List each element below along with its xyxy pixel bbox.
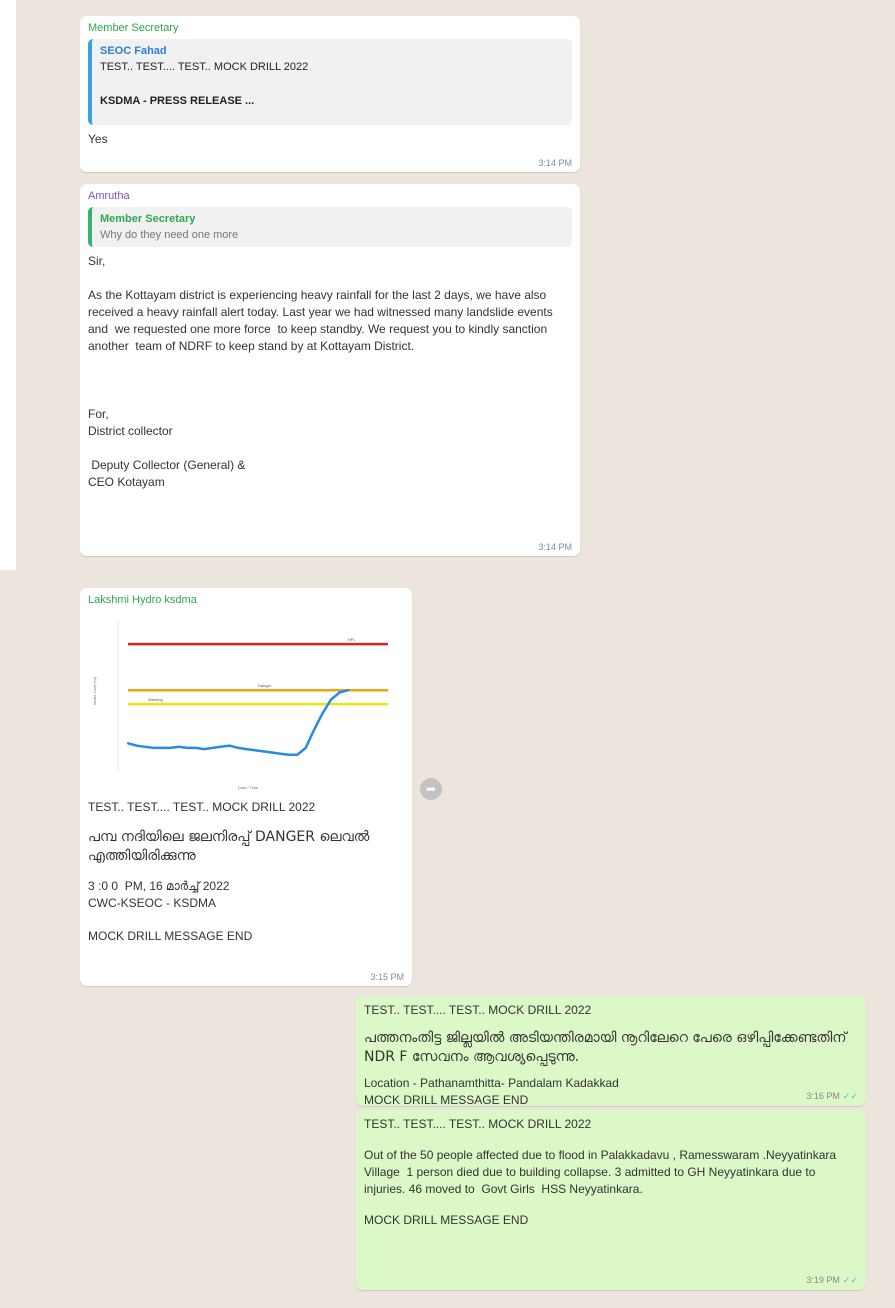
quoted-sender: Member Secretary — [100, 213, 196, 225]
data-point — [135, 744, 138, 747]
data-point — [194, 746, 197, 750]
quoted-line: Why do they need one more — [100, 229, 239, 241]
data-point — [236, 746, 240, 750]
message-time: 3:15 PM — [370, 972, 404, 982]
sender-name: Amrutha — [88, 190, 130, 202]
data-point — [270, 751, 274, 754]
message-line: MOCK DRILL MESSAGE END — [88, 929, 253, 943]
quoted-message[interactable]: SEOC Fahad TEST.. TEST.... TEST.. MOCK D… — [88, 39, 572, 125]
data-point — [346, 689, 350, 692]
message-malayalam-text: പത്തനംതിട്ട ജില്ലയിൽ അടിയന്തിരമായി നൂറില… — [364, 1030, 865, 1065]
time-text: 3:16 PM — [806, 1091, 840, 1101]
message-bubble-5[interactable]: TEST.. TEST.... TEST.. MOCK DRILL 2022 O… — [356, 1110, 866, 1290]
data-point — [219, 745, 223, 748]
data-point — [296, 753, 299, 757]
data-point — [321, 712, 324, 715]
data-point — [186, 746, 189, 750]
message-time: 3:14 PM — [538, 542, 572, 552]
message-bubble-4[interactable]: TEST.. TEST.... TEST.. MOCK DRILL 2022 പ… — [356, 996, 866, 1107]
x-axis-label: Date / Time — [238, 785, 259, 790]
message-time: 3:19 PM ✓✓ — [806, 1275, 858, 1286]
message-line: MOCK DRILL MESSAGE END — [364, 1213, 529, 1227]
message-bubble-2[interactable]: Amrutha Member Secretary Why do they nee… — [80, 184, 580, 556]
message-bubble-1[interactable]: Member Secretary SEOC Fahad TEST.. TEST.… — [80, 16, 580, 172]
double-check-icon: ✓✓ — [842, 1275, 858, 1285]
data-point — [202, 747, 206, 751]
message-line: TEST.. TEST.... TEST.. MOCK DRILL 2022 — [364, 1117, 592, 1131]
data-point — [177, 745, 180, 748]
water-level-chart: Water Level (m) Date / Time HFL Danger War… — [92, 621, 388, 790]
data-point — [253, 749, 257, 752]
threshold-label: Warning — [148, 697, 163, 702]
quoted-sender: SEOC Fahad — [100, 45, 167, 57]
message-malayalam-text: പമ്പ നദിയിലെ ജലനിരപ്പ് DANGER ലെവൽ എത്തി… — [88, 829, 374, 864]
water-level-chart-image[interactable]: Water Level (m) Date / Time HFL Danger War… — [88, 611, 394, 791]
message-bubble-3[interactable]: Lakshmi Hydro ksdma Water Level (m) Date… — [80, 588, 412, 986]
quoted-line: KSDMA - PRESS RELEASE ... — [100, 95, 255, 107]
data-point — [329, 698, 333, 701]
message-line: Location - Pathanamthitta- Pandalam Kada… — [364, 1076, 619, 1107]
quoted-message[interactable]: Member Secretary Why do they need one mo… — [88, 207, 572, 247]
data-point — [169, 746, 172, 750]
message-line: TEST.. TEST.... TEST.. MOCK DRILL 2022 — [364, 1003, 592, 1017]
sender-name: Lakshmi Hydro ksdma — [88, 594, 197, 606]
message-text: Yes — [88, 132, 108, 146]
data-point — [262, 750, 265, 753]
data-point — [152, 746, 155, 750]
data-point — [279, 752, 282, 755]
data-point — [304, 746, 307, 750]
data-point — [245, 747, 248, 751]
time-text: 3:19 PM — [806, 1275, 840, 1285]
y-axis-label: Water Level (m) — [92, 676, 97, 705]
message-time: 3:16 PM ✓✓ — [806, 1091, 858, 1102]
threshold-label: HFL — [348, 637, 356, 642]
data-point — [143, 745, 147, 748]
message-line: TEST.. TEST.... TEST.. MOCK DRILL 2022 — [88, 800, 316, 814]
data-point — [228, 744, 231, 747]
data-point — [312, 728, 316, 731]
double-check-icon: ✓✓ — [842, 1091, 858, 1101]
message-text: Out of the 50 people affected due to flo… — [364, 1148, 840, 1196]
data-point — [160, 746, 164, 750]
data-point — [126, 742, 130, 745]
forward-icon[interactable]: ➦ — [420, 778, 442, 800]
quoted-line: TEST.. TEST.... TEST.. MOCK DRILL 2022 — [100, 61, 309, 73]
message-line: 3 :0 0 PM, 16 മാർച്ച് 2022 CWC-KSEOC - K… — [88, 879, 230, 910]
data-point — [287, 753, 290, 757]
threshold-label: Danger — [258, 683, 272, 688]
data-point — [338, 691, 341, 694]
message-text: Sir, As the Kottayam district is experie… — [88, 254, 553, 489]
sender-name: Member Secretary — [88, 22, 179, 34]
message-time: 3:14 PM — [538, 158, 572, 168]
background-panel — [0, 0, 16, 570]
data-point — [211, 746, 214, 750]
